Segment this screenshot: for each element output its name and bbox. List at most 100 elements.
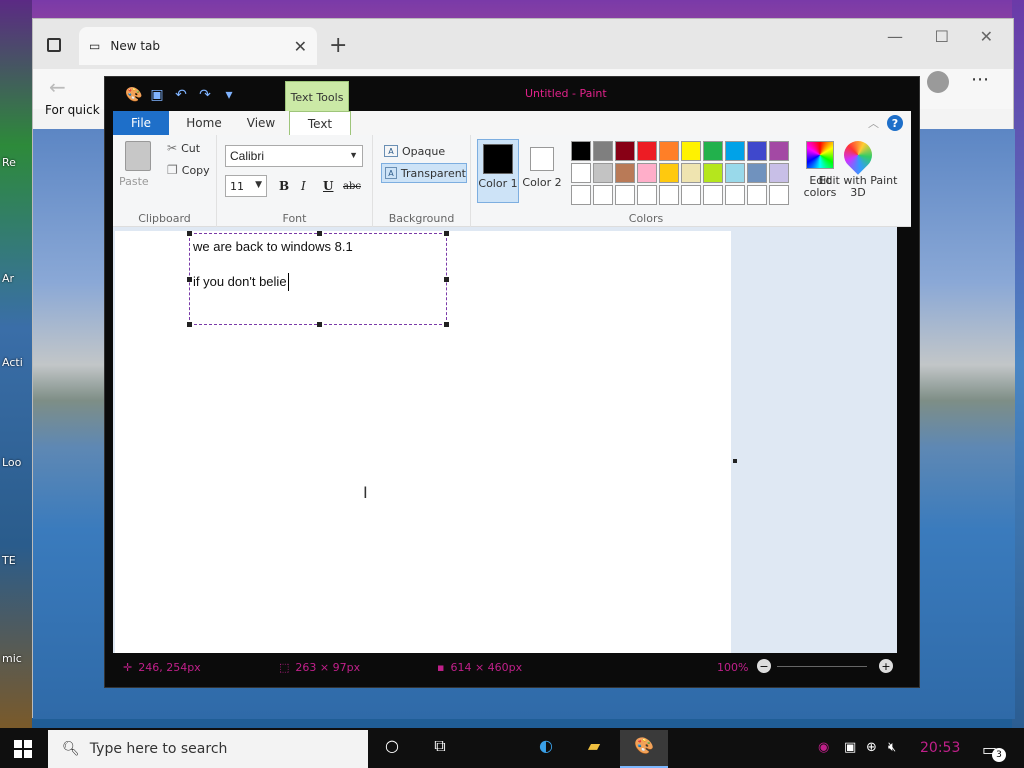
palette-swatch[interactable] xyxy=(659,185,679,205)
vertical-scrollbar[interactable] xyxy=(897,227,911,653)
profile-avatar[interactable] xyxy=(927,71,949,93)
palette-swatch[interactable] xyxy=(703,163,723,183)
edit-with-paint3d-button[interactable]: Edit with Paint 3D xyxy=(813,135,903,199)
more-options-icon[interactable]: ⋯ xyxy=(971,69,989,90)
palette-swatch[interactable] xyxy=(615,185,635,205)
bold-button[interactable]: B xyxy=(279,179,289,193)
resize-handle[interactable] xyxy=(444,231,449,236)
transparent-icon: A xyxy=(385,167,397,179)
collapse-ribbon-icon[interactable]: ︿ xyxy=(868,115,879,131)
save-icon[interactable]: ▣ xyxy=(149,87,165,103)
cortana-icon[interactable]: ○ xyxy=(380,736,404,760)
palette-swatch[interactable] xyxy=(615,163,635,183)
tab-text[interactable]: Text xyxy=(289,111,351,135)
color2-button[interactable]: Color 2 xyxy=(521,139,563,203)
palette-swatch[interactable] xyxy=(637,163,657,183)
cursor-position-value: 246, 254px xyxy=(138,661,201,674)
clock[interactable]: 20:53 xyxy=(920,740,960,756)
opaque-option[interactable]: A Opaque xyxy=(381,141,467,161)
palette-swatch[interactable] xyxy=(769,185,789,205)
palette-swatch[interactable] xyxy=(615,141,635,161)
maximize-icon[interactable]: ☐ xyxy=(935,27,949,46)
browser-tab[interactable]: ▭ New tab ✕ xyxy=(79,27,317,65)
palette-swatch[interactable] xyxy=(637,141,657,161)
palette-swatch[interactable] xyxy=(571,141,591,161)
palette-swatch[interactable] xyxy=(681,185,701,205)
palette-swatch[interactable] xyxy=(593,163,613,183)
palette-swatch[interactable] xyxy=(637,185,657,205)
text-box[interactable]: we are back to windows 8.1 if you don't … xyxy=(187,231,449,327)
tab-actions-icon[interactable] xyxy=(47,38,61,52)
strikethrough-button[interactable]: abc xyxy=(343,181,361,192)
palette-swatch[interactable] xyxy=(703,185,723,205)
color1-button[interactable]: Color 1 xyxy=(477,139,519,203)
palette-swatch[interactable] xyxy=(725,141,745,161)
zoom-out-button[interactable]: − xyxy=(757,659,771,673)
desktop-icon-label[interactable]: TE xyxy=(2,554,16,567)
resize-handle[interactable] xyxy=(187,322,192,327)
palette-swatch[interactable] xyxy=(747,141,767,161)
palette-swatch[interactable] xyxy=(593,141,613,161)
zoom-slider[interactable] xyxy=(777,666,867,667)
italic-button[interactable]: I xyxy=(301,179,306,193)
close-tab-icon[interactable]: ✕ xyxy=(294,37,307,56)
meet-now-icon[interactable]: ▣ xyxy=(844,740,856,755)
palette-swatch[interactable] xyxy=(571,185,591,205)
back-arrow-icon[interactable]: ← xyxy=(49,75,66,99)
windows-start-button[interactable] xyxy=(14,740,32,758)
cut-button[interactable]: ✂ Cut xyxy=(167,141,200,155)
palette-swatch[interactable] xyxy=(659,141,679,161)
task-view-icon[interactable]: ⧉ xyxy=(428,736,452,760)
tab-view[interactable]: View xyxy=(233,111,289,135)
palette-swatch[interactable] xyxy=(725,163,745,183)
desktop-icon-label[interactable]: Acti xyxy=(2,356,23,369)
undo-icon[interactable]: ↶ xyxy=(173,87,189,103)
tab-file[interactable]: File xyxy=(113,111,169,135)
desktop-icon-label[interactable]: Re xyxy=(2,156,16,169)
new-tab-button[interactable]: + xyxy=(329,33,347,58)
paint-app-icon[interactable]: 🎨 xyxy=(125,87,142,103)
resize-handle[interactable] xyxy=(444,322,449,327)
zoom-in-button[interactable]: + xyxy=(879,659,893,673)
redo-icon[interactable]: ↷ xyxy=(197,87,213,103)
canvas-resize-handle[interactable] xyxy=(733,459,737,463)
palette-swatch[interactable] xyxy=(659,163,679,183)
tray-app-icon[interactable]: ◉ xyxy=(818,740,829,755)
underline-button[interactable]: U xyxy=(323,179,333,193)
resize-handle[interactable] xyxy=(187,277,192,282)
drawing-canvas[interactable]: we are back to windows 8.1 if you don't … xyxy=(115,231,731,653)
palette-swatch[interactable] xyxy=(769,141,789,161)
desktop-icon-label[interactable]: Ar xyxy=(2,272,14,285)
palette-swatch[interactable] xyxy=(747,163,767,183)
paste-button[interactable]: Paste xyxy=(119,175,149,188)
palette-swatch[interactable] xyxy=(571,163,591,183)
resize-handle[interactable] xyxy=(317,231,322,236)
resize-handle[interactable] xyxy=(317,322,322,327)
tab-home[interactable]: Home xyxy=(175,111,233,135)
palette-swatch[interactable] xyxy=(725,185,745,205)
network-icon[interactable]: ⊕ xyxy=(866,740,877,755)
font-family-select[interactable]: Calibri ▼ xyxy=(225,145,363,167)
palette-swatch[interactable] xyxy=(593,185,613,205)
palette-swatch[interactable] xyxy=(681,163,701,183)
taskbar-search[interactable]: 🔍︎ Type here to search xyxy=(48,730,368,768)
customize-qat-icon[interactable]: ▾ xyxy=(221,87,237,103)
help-icon[interactable]: ? xyxy=(887,115,903,131)
resize-handle[interactable] xyxy=(444,277,449,282)
transparent-option[interactable]: A Transparent xyxy=(381,163,467,183)
desktop-icon-label[interactable]: Loo xyxy=(2,456,21,469)
edge-icon[interactable]: ◐ xyxy=(534,736,558,760)
volume-muted-icon[interactable]: 🔇︎ xyxy=(888,740,896,755)
palette-swatch[interactable] xyxy=(769,163,789,183)
desktop-icon-label[interactable]: mic xyxy=(2,652,22,665)
file-explorer-icon[interactable]: ▰ xyxy=(582,736,606,760)
palette-swatch[interactable] xyxy=(681,141,701,161)
palette-swatch[interactable] xyxy=(703,141,723,161)
resize-handle[interactable] xyxy=(187,231,192,236)
paste-icon[interactable] xyxy=(125,141,151,171)
close-window-icon[interactable]: ✕ xyxy=(980,27,993,46)
font-size-select[interactable]: 11 ▼ xyxy=(225,175,267,197)
copy-button[interactable]: ❐ Copy xyxy=(167,163,210,177)
minimize-icon[interactable]: — xyxy=(887,27,903,46)
palette-swatch[interactable] xyxy=(747,185,767,205)
